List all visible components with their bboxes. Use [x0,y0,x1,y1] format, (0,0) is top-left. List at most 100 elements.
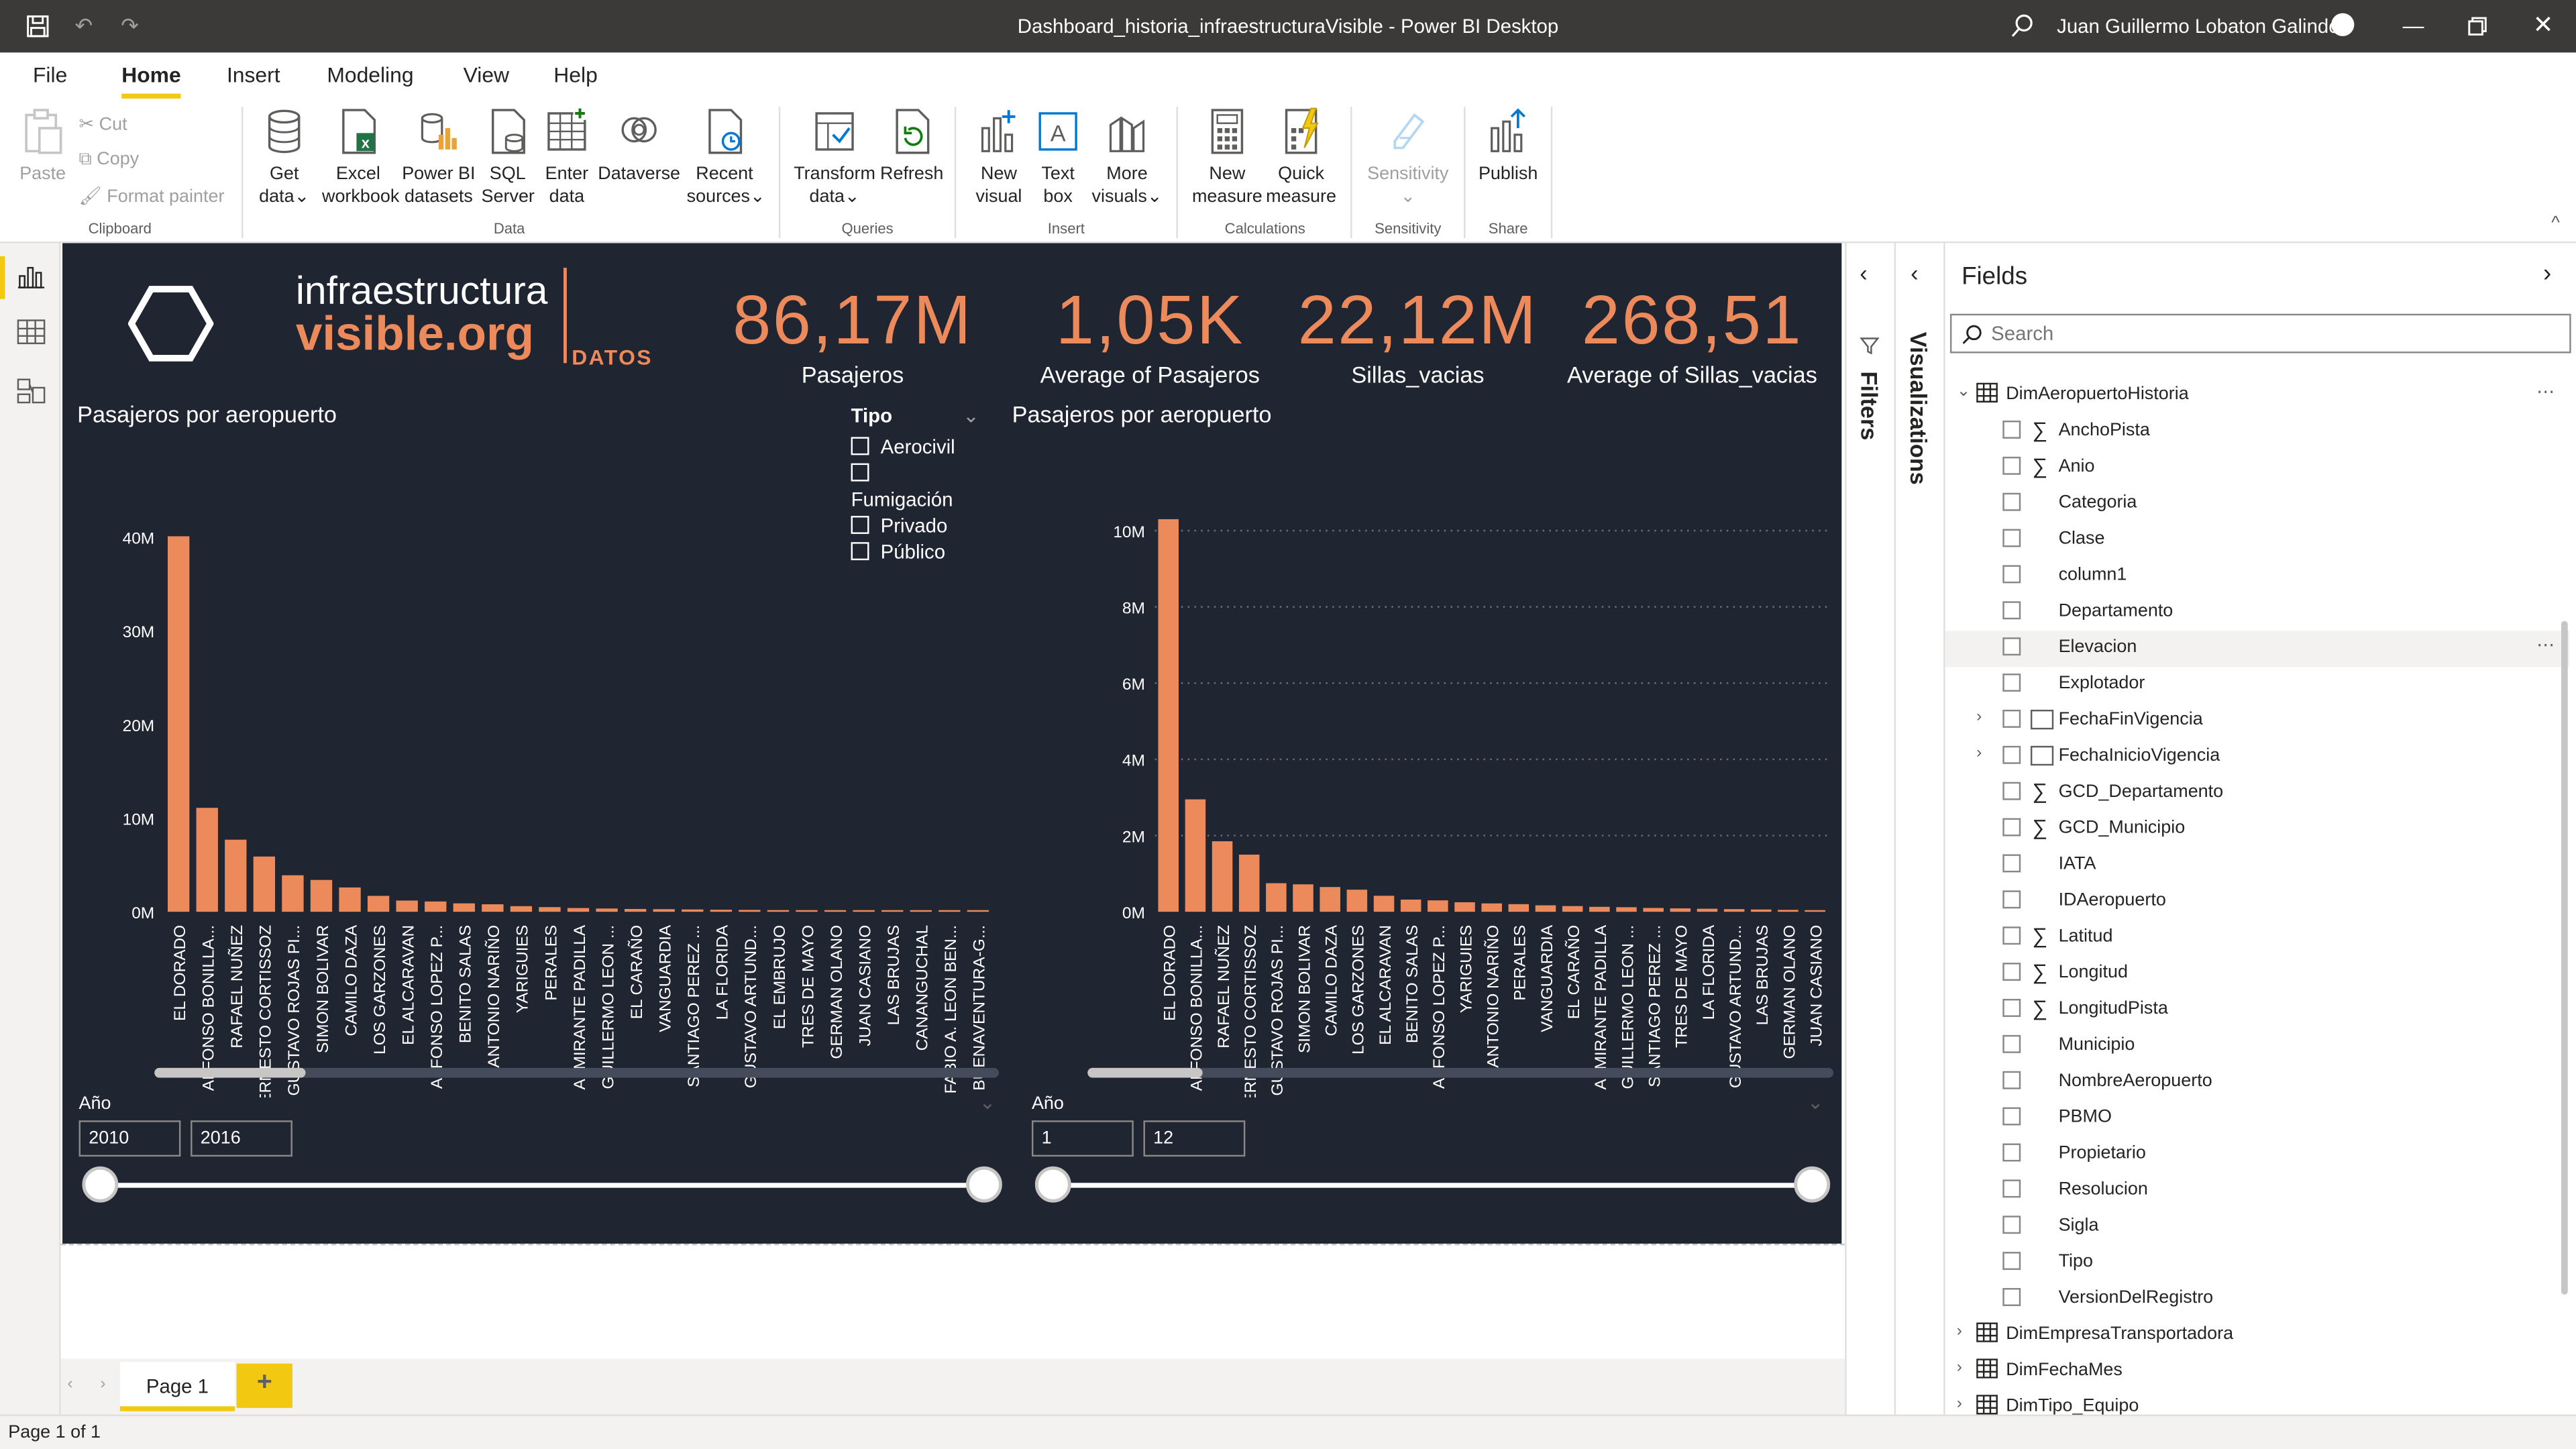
bar[interactable] [1373,896,1395,912]
checkbox[interactable] [2002,963,2021,981]
quick-measure-button[interactable]: Quick measure [1265,105,1338,209]
field-item[interactable]: Clase [1945,523,2570,559]
bar[interactable] [1293,884,1313,912]
checkbox[interactable] [2002,998,2021,1017]
transform-data-button[interactable]: Transform data⌄ [792,105,877,209]
checkbox[interactable] [2002,637,2021,656]
bar[interactable] [796,910,818,912]
field-item[interactable]: ∑ Anio [1945,450,2570,486]
bar[interactable] [1723,909,1745,912]
field-item[interactable]: Resolucion [1945,1173,2570,1210]
slider-handle-end[interactable] [1794,1166,1831,1203]
bar[interactable] [310,879,333,912]
search-icon[interactable] [2008,11,2037,41]
restore-icon[interactable] [2463,11,2492,41]
bar[interactable] [1346,890,1368,912]
field-table[interactable]: ⌄ DimAeropuertoHistoria ⋯ [1945,378,2570,414]
new-measure-button[interactable]: New measure [1191,105,1264,209]
enter-data-button[interactable]: Enter data [541,105,593,209]
bar[interactable] [1400,900,1421,912]
chevron-right-icon[interactable]: › [1957,1322,1962,1340]
recent-sources-button[interactable]: Recent sources⌄ [687,105,765,209]
bar[interactable] [1616,907,1637,912]
field-table[interactable]: › DimTipo_Equipo [1945,1390,2570,1415]
chevron-right-icon[interactable]: › [1957,1358,1962,1377]
field-item[interactable]: ∑ GCD_Departamento [1945,775,2570,812]
checkbox[interactable] [2002,420,2021,439]
bar[interactable] [682,909,704,912]
field-table[interactable]: › DimFechaMes [1945,1354,2570,1390]
bar[interactable] [710,910,733,912]
bar[interactable] [339,887,361,912]
bar[interactable] [453,903,475,912]
field-item[interactable]: ∑ Longitud [1945,956,2570,992]
chevron-down-icon[interactable]: ⌄ [979,1091,996,1114]
bar[interactable] [596,908,618,912]
bar[interactable] [967,910,989,912]
text-box-button[interactable]: A Text box [1032,105,1084,209]
bar[interactable] [1805,910,1825,912]
chevron-down-icon[interactable]: ⌄ [1957,383,1971,401]
checkbox[interactable] [2002,1179,2021,1198]
tab-insert[interactable]: Insert [227,62,280,87]
close-icon[interactable]: ✕ [2528,11,2558,41]
bar[interactable] [1697,908,1718,912]
tab-view[interactable]: View [464,62,509,87]
fields-search-input[interactable] [1991,320,2550,347]
bar[interactable] [168,536,190,912]
prev-page-icon[interactable]: ‹ [67,1375,72,1393]
checkbox[interactable] [2002,565,2021,584]
refresh-button[interactable]: Refresh [879,105,945,186]
slider-handle-start[interactable] [1034,1166,1071,1203]
anio-slider-track[interactable] [98,1183,986,1188]
tab-file[interactable]: File [33,62,67,87]
bar[interactable] [1589,906,1610,912]
report-view-icon[interactable] [15,260,48,292]
field-item[interactable]: Departamento [1945,595,2570,631]
more-options-icon[interactable]: ⋯ [2536,381,2555,402]
field-item[interactable]: Tipo [1945,1245,2570,1281]
chevron-left-icon[interactable]: ‹ [1860,260,1867,286]
checkbox[interactable] [2002,1143,2021,1162]
bar[interactable] [1185,799,1206,912]
bar[interactable] [938,910,961,912]
dataverse-button[interactable]: Dataverse [596,105,682,186]
bar[interactable] [567,908,590,912]
field-item[interactable]: ∑ GCD_Municipio [1945,812,2570,848]
bar[interactable] [1454,902,1475,912]
bar[interactable] [1778,910,1799,912]
bar[interactable] [396,900,418,912]
checkbox[interactable] [2002,456,2021,475]
bar[interactable] [1320,887,1340,912]
bar[interactable] [1158,519,1179,912]
bar[interactable] [767,910,790,912]
fields-search-box[interactable] [1949,313,2571,354]
chevron-right-icon[interactable]: › [1957,1395,1962,1413]
sensitivity-button[interactable]: Sensitivity ⌄ [1364,105,1452,209]
bar[interactable] [1751,909,1772,912]
paste-button[interactable]: Paste [13,105,72,186]
chevron-right-icon[interactable]: › [1976,744,1982,762]
anio-to-input[interactable]: 2016 [191,1120,292,1157]
more-visuals-button[interactable]: More visuals⌄ [1091,105,1163,209]
bar[interactable] [1562,906,1583,912]
field-item[interactable]: IDAeropuerto [1945,884,2570,920]
checkbox[interactable] [2002,782,2021,800]
bar[interactable] [881,910,904,912]
checkbox[interactable] [2002,1034,2021,1053]
field-item[interactable]: IATA [1945,848,2570,884]
bar[interactable] [225,839,247,912]
bar[interactable] [624,908,647,912]
mes-to-input[interactable]: 12 [1143,1120,1246,1157]
checkbox[interactable] [2002,1252,2021,1271]
checkbox[interactable] [2002,529,2021,547]
bar[interactable] [653,909,675,912]
avatar[interactable] [2331,13,2355,36]
checkbox[interactable] [2002,854,2021,873]
bar[interactable] [196,808,218,912]
bar[interactable] [1670,908,1691,912]
cut-button[interactable]: ✂ Cut [79,113,127,134]
sql-server-button[interactable]: SQL Server [482,105,535,209]
bar[interactable] [1238,854,1260,912]
bar[interactable] [1535,905,1556,912]
